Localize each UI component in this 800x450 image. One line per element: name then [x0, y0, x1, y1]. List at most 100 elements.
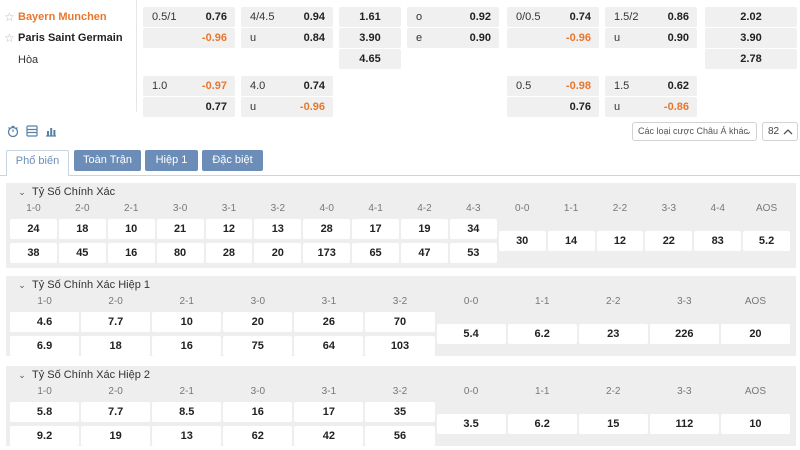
draw-score-odds[interactable]: 226: [649, 324, 719, 344]
x12-home-odds[interactable]: 1.61: [339, 7, 401, 27]
away-score-odds[interactable]: 42: [294, 426, 364, 446]
away-score-odds[interactable]: 6.9: [10, 336, 80, 356]
ah-alt-home-odds[interactable]: 1.0 -0.97: [143, 76, 235, 96]
home-score-odds[interactable]: 7.7: [81, 402, 151, 422]
home-score-odds[interactable]: 35: [365, 402, 435, 422]
market-count-toggle[interactable]: 82: [762, 122, 798, 141]
favorite-star-icon[interactable]: ☆: [4, 31, 18, 45]
away-score-odds[interactable]: 80: [156, 243, 204, 263]
home-score-odds[interactable]: 21: [156, 219, 204, 239]
away-score-odds[interactable]: 38: [10, 243, 57, 263]
away-score-odds[interactable]: 16: [107, 243, 155, 263]
home-score-odds[interactable]: 8.5: [152, 402, 222, 422]
ah-home-odds[interactable]: 0.5/1 0.76: [143, 7, 235, 27]
away-score-odds[interactable]: 75: [223, 336, 293, 356]
x12-draw-odds[interactable]: 4.65: [339, 49, 401, 69]
draw-score-odds[interactable]: 5.2: [743, 231, 790, 251]
h1-ah-alt-away-odds[interactable]: 0.76: [507, 97, 599, 117]
tab-special[interactable]: Đặc biệt: [202, 150, 263, 171]
bar-chart-icon[interactable]: [44, 124, 58, 138]
away-score-odds[interactable]: 64: [294, 336, 364, 356]
draw-score-odds[interactable]: 112: [649, 414, 719, 434]
ou-alt-over-odds[interactable]: 4.0 0.74: [241, 76, 333, 96]
home-score-odds[interactable]: 17: [294, 402, 364, 422]
h1-x12-draw-odds[interactable]: 2.78: [705, 49, 797, 69]
section-header[interactable]: ⌄ Tỷ Số Chính Xác: [6, 183, 115, 201]
ah-away-odds[interactable]: -0.96: [143, 28, 235, 48]
home-score-odds[interactable]: 70: [365, 312, 435, 332]
h1-ou-alt-under-odds[interactable]: u -0.86: [605, 97, 697, 117]
home-score-odds[interactable]: 19: [401, 219, 448, 239]
draw-score-odds[interactable]: 3.5: [436, 414, 506, 434]
ou-over-odds[interactable]: 4/4.5 0.94: [241, 7, 333, 27]
h1-ah-alt-home-odds[interactable]: 0.5 -0.98: [507, 76, 599, 96]
h1-x12-away-odds[interactable]: 3.90: [705, 28, 797, 48]
home-score-odds[interactable]: 16: [223, 402, 293, 422]
timer-icon[interactable]: [6, 124, 20, 138]
section-header[interactable]: ⌄ Tỷ Số Chính Xác Hiệp 1: [6, 276, 150, 294]
away-score-odds[interactable]: 45: [58, 243, 106, 263]
home-score-odds[interactable]: 13: [254, 219, 302, 239]
even-odds[interactable]: e 0.90: [407, 28, 499, 48]
away-score-odds[interactable]: 18: [81, 336, 151, 356]
h1-ah-home-odds[interactable]: 0/0.5 0.74: [507, 7, 599, 27]
away-score-odds[interactable]: 53: [449, 243, 497, 263]
away-score-odds[interactable]: 47: [401, 243, 448, 263]
draw-score-odds[interactable]: 22: [645, 231, 693, 251]
h1-ah-away-odds[interactable]: -0.96: [507, 28, 599, 48]
home-score-odds[interactable]: 24: [10, 219, 57, 239]
draw-score-odds[interactable]: 14: [547, 231, 595, 251]
home-score-odds[interactable]: 28: [303, 219, 351, 239]
away-score-odds[interactable]: 9.2: [10, 426, 80, 446]
home-score-odds[interactable]: 10: [107, 219, 155, 239]
away-score-odds[interactable]: 19: [81, 426, 151, 446]
away-score-odds[interactable]: 28: [205, 243, 253, 263]
away-score-odds[interactable]: 62: [223, 426, 293, 446]
away-score-odds[interactable]: 56: [365, 426, 435, 446]
draw-score-odds[interactable]: 83: [694, 231, 742, 251]
home-score-odds[interactable]: 7.7: [81, 312, 151, 332]
section-header[interactable]: ⌄ Tỷ Số Chính Xác Hiệp 2: [6, 366, 150, 384]
home-score-odds[interactable]: 18: [58, 219, 106, 239]
home-score-odds[interactable]: 20: [223, 312, 293, 332]
draw-score-odds[interactable]: 23: [578, 324, 648, 344]
ou-under-odds[interactable]: u 0.84: [241, 28, 333, 48]
away-score-odds[interactable]: 16: [152, 336, 222, 356]
draw-score-odds[interactable]: 10: [720, 414, 790, 434]
draw-score-odds[interactable]: 12: [596, 231, 644, 251]
ah-alt-away-odds[interactable]: 0.77: [143, 97, 235, 117]
draw-score-odds[interactable]: 20: [720, 324, 790, 344]
away-score-odds[interactable]: 173: [303, 243, 351, 263]
home-team-row[interactable]: ☆ Bayern Munchen: [4, 7, 107, 27]
tab-first-half[interactable]: Hiệp 1: [145, 150, 198, 171]
h1-x12-home-odds[interactable]: 2.02: [705, 7, 797, 27]
draw-score-odds[interactable]: 15: [578, 414, 648, 434]
home-score-odds[interactable]: 26: [294, 312, 364, 332]
odd-odds[interactable]: o 0.92: [407, 7, 499, 27]
h1-ou-alt-over-odds[interactable]: 1.5 0.62: [605, 76, 697, 96]
draw-score-odds[interactable]: 30: [498, 231, 546, 251]
home-score-odds[interactable]: 12: [205, 219, 253, 239]
home-score-odds[interactable]: 4.6: [10, 312, 80, 332]
h1-ou-over-odds[interactable]: 1.5/2 0.86: [605, 7, 697, 27]
home-score-odds[interactable]: 34: [449, 219, 497, 239]
draw-score-odds[interactable]: 6.2: [507, 414, 577, 434]
ou-alt-under-odds[interactable]: u -0.96: [241, 97, 333, 117]
tab-popular[interactable]: Phổ biến: [6, 150, 69, 176]
away-score-odds[interactable]: 13: [152, 426, 222, 446]
draw-score-odds[interactable]: 5.4: [436, 324, 506, 344]
market-type-select[interactable]: Các loại cược Châu Á khác ⌄: [632, 122, 757, 141]
home-score-odds[interactable]: 5.8: [10, 402, 80, 422]
home-score-odds[interactable]: 10: [152, 312, 222, 332]
draw-score-odds[interactable]: 6.2: [507, 324, 577, 344]
favorite-star-icon[interactable]: ☆: [4, 10, 18, 24]
list-icon[interactable]: [25, 124, 39, 138]
h1-ou-under-odds[interactable]: u 0.90: [605, 28, 697, 48]
x12-away-odds[interactable]: 3.90: [339, 28, 401, 48]
away-score-odds[interactable]: 20: [254, 243, 302, 263]
away-team-row[interactable]: ☆ Paris Saint Germain: [4, 28, 123, 48]
away-score-odds[interactable]: 103: [365, 336, 435, 356]
away-score-odds[interactable]: 65: [352, 243, 399, 263]
tab-full-match[interactable]: Toàn Trận: [74, 150, 141, 171]
home-score-odds[interactable]: 17: [352, 219, 399, 239]
